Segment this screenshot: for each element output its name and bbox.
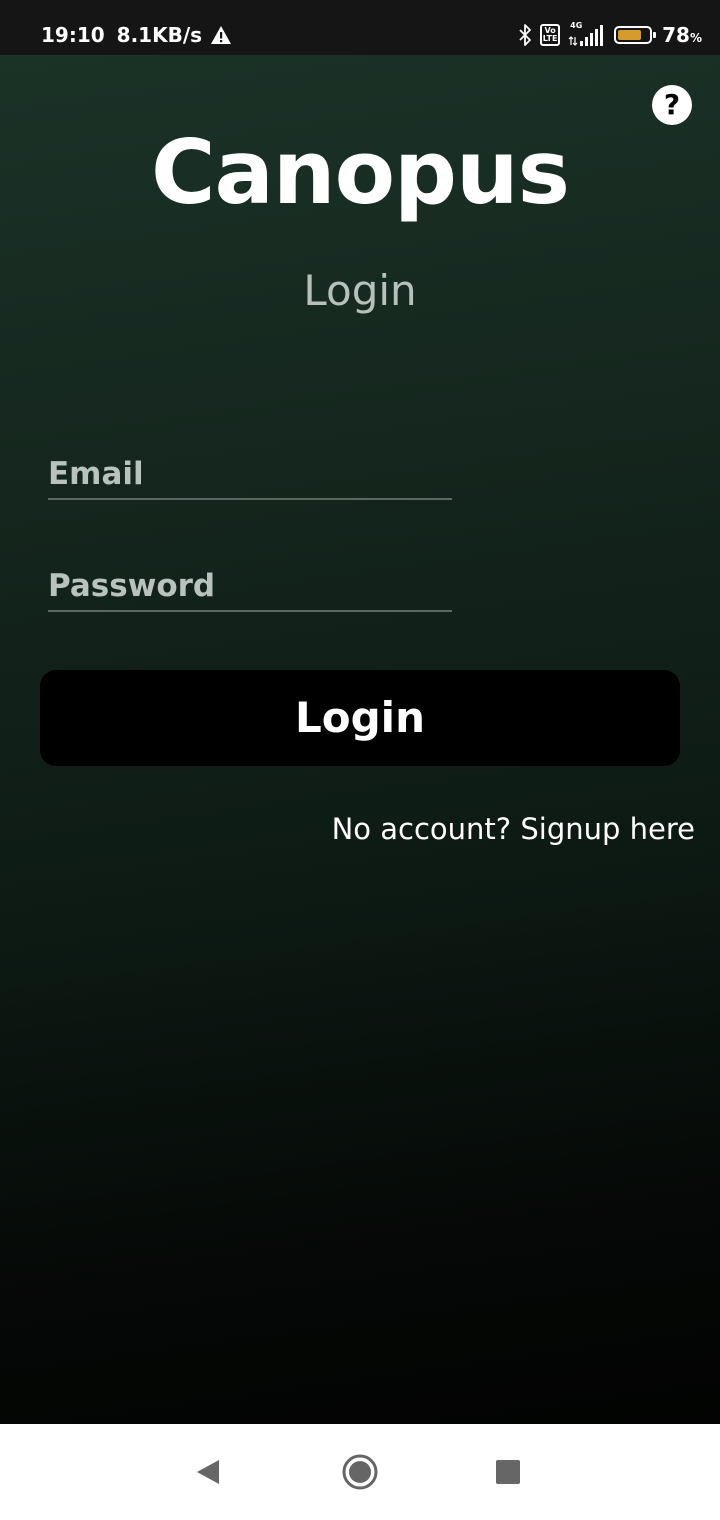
navigation-bar xyxy=(0,1424,720,1520)
email-input[interactable] xyxy=(48,452,452,496)
battery-percentage: 78% xyxy=(662,23,702,47)
password-input[interactable] xyxy=(48,564,452,608)
volte-icon: Vo LTE xyxy=(540,24,561,46)
screen: 19:10 8.1KB/s Vo LTE 4G 78% ? Canopus Lo… xyxy=(0,0,720,1520)
login-button[interactable]: Login xyxy=(40,670,680,766)
battery-icon xyxy=(614,26,657,44)
home-icon[interactable] xyxy=(340,1452,380,1492)
battery-fill xyxy=(618,30,642,40)
battery-unit: % xyxy=(689,31,702,45)
recents-icon[interactable] xyxy=(488,1452,528,1492)
app-content: ? Canopus Login Login No account? Signup… xyxy=(0,55,720,1424)
signup-link[interactable]: No account? Signup here xyxy=(332,809,695,849)
bluetooth-icon xyxy=(519,24,532,46)
volte-bottom-label: LTE xyxy=(542,34,558,43)
page-title: Login xyxy=(303,266,417,315)
email-field[interactable] xyxy=(48,452,452,500)
password-field[interactable] xyxy=(48,564,452,612)
battery-number: 78 xyxy=(662,23,690,47)
status-right: Vo LTE 4G 78% xyxy=(510,21,702,48)
warning-icon xyxy=(211,26,232,44)
network-speed: 8.1KB/s xyxy=(116,23,203,47)
status-bar: 19:10 8.1KB/s Vo LTE 4G 78% xyxy=(0,0,720,55)
battery-nub xyxy=(653,32,657,38)
back-icon[interactable] xyxy=(188,1452,228,1492)
signal-bars-icon xyxy=(568,25,604,46)
status-time: 19:10 xyxy=(41,23,105,47)
app-title: Canopus xyxy=(150,121,570,224)
status-left: 19:10 8.1KB/s xyxy=(41,22,232,48)
signal-icon: 4G xyxy=(568,21,606,47)
